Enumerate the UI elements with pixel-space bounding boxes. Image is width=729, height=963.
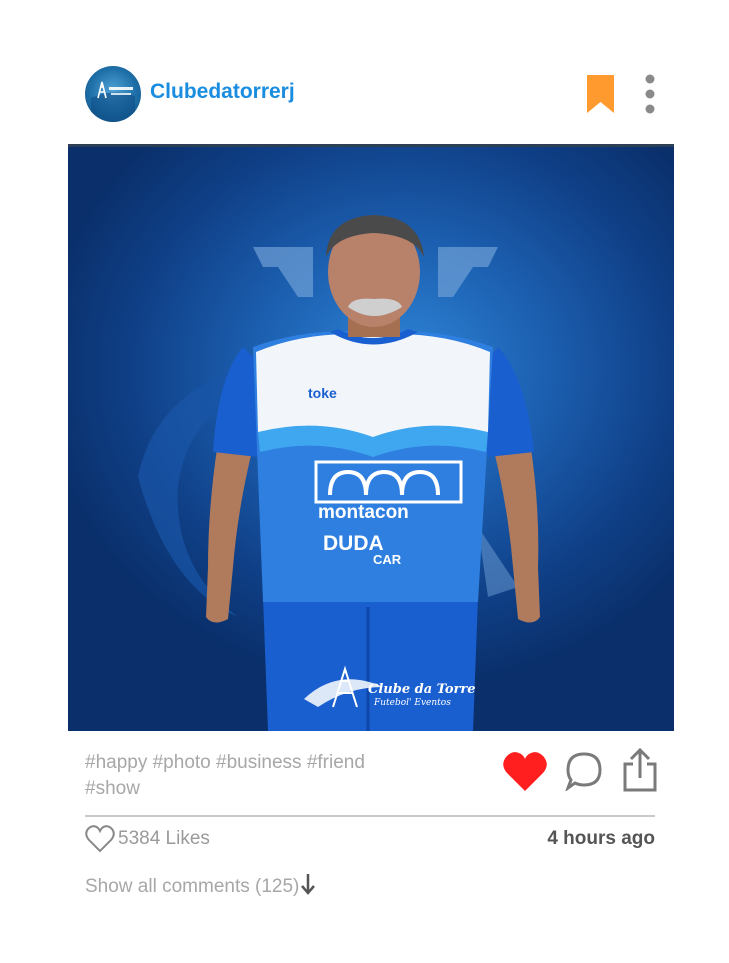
photo-text-brand: toke [308,385,337,401]
divider [85,815,655,817]
player-illustration [138,215,540,731]
bookmark-icon[interactable] [587,75,614,118]
show-comments-link[interactable]: Show all comments (125) [85,873,316,901]
arrow-down-icon [301,873,316,901]
heart-filled-icon[interactable] [503,751,547,796]
photo-text-club-name: Clube da Torre [368,682,476,697]
heart-outline-icon[interactable] [85,825,115,858]
avatar[interactable] [85,66,141,122]
show-comments-label: Show all comments (125) [85,876,300,898]
club-logo-icon [91,81,135,122]
post-time: 4 hours ago [547,828,655,849]
caption-hashtags[interactable]: #happy #photo #business #friend #show [85,750,405,802]
share-icon[interactable] [622,747,658,798]
photo-text-sponsor-3: CAR [373,552,402,567]
photo-text-sponsor-1: montacon [318,502,409,523]
comment-icon[interactable] [564,751,603,796]
post-photo[interactable]: toke montacon DUDA CAR Clube da Torre Fu… [68,144,674,731]
likes-count: 5384 Likes [118,828,210,849]
photo-text-club-tagline: Futebol' Eventos [374,698,451,708]
more-vertical-icon[interactable] [642,74,658,119]
username[interactable]: Clubedatorrerj [150,80,295,104]
